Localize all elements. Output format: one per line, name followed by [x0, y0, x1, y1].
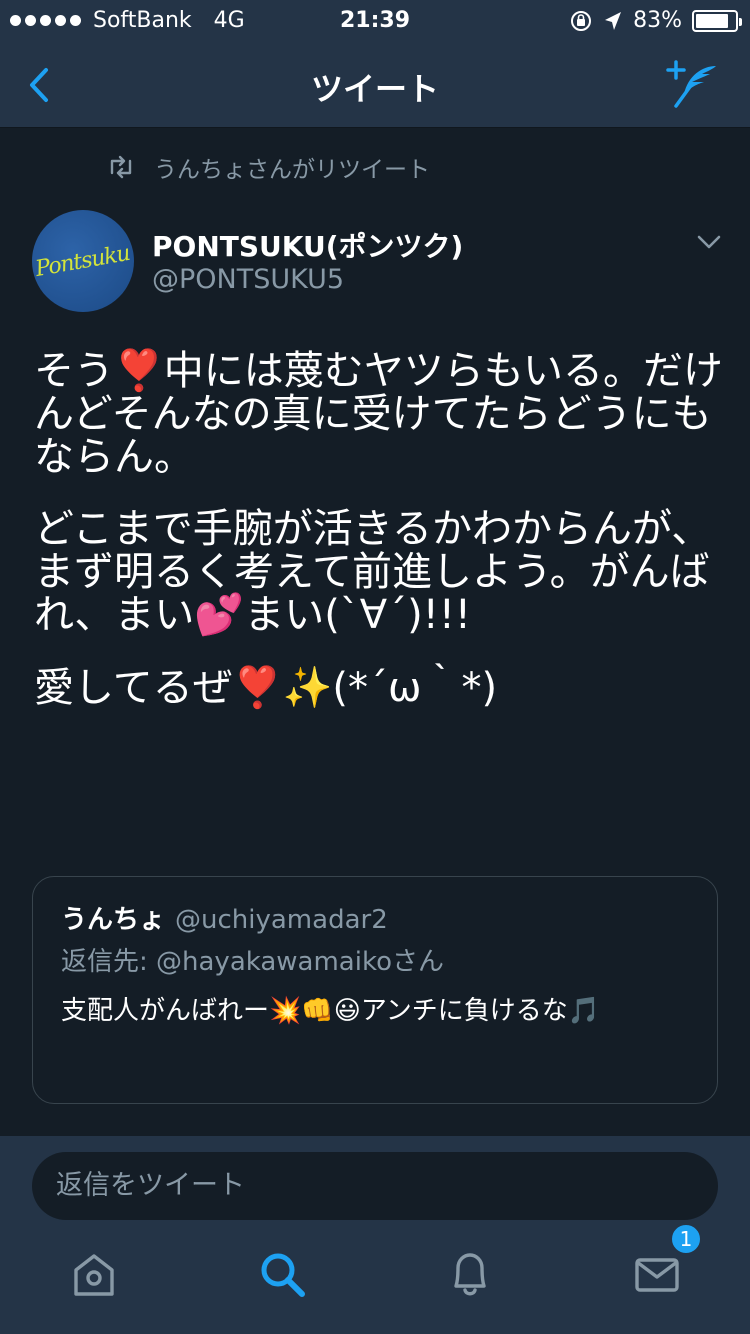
retweet-context-label: うんちょさんがリツイート [154, 157, 430, 183]
status-bar: SoftBank 4G 21:39 83% [0, 0, 750, 42]
retweet-context[interactable]: うんちょさんがリツイート [106, 150, 430, 184]
notifications-icon[interactable] [440, 1244, 500, 1304]
location-icon [605, 11, 622, 30]
avatar[interactable]: Pontsuku [32, 210, 134, 312]
quoted-author-handle: @uchiyamadar2 [175, 905, 388, 935]
tweet-text: そう❣️中には蔑むヤツらもいる。だけんどそんなの真に受けてたらどうにもならん。 … [34, 350, 724, 740]
quoted-tweet-header: うんちょ @uchiyamadar2 [61, 899, 388, 936]
nav-bar: ツイート [0, 42, 750, 128]
compose-tweet-icon[interactable] [664, 58, 720, 110]
messages-badge: 1 [669, 1222, 703, 1256]
bottom-panel: 返信をツイート 1 [0, 1136, 750, 1334]
avatar-logo-text: Pontsuku [33, 240, 133, 282]
page-title: ツイート [310, 70, 439, 108]
author-handle[interactable]: @PONTSUKU5 [152, 264, 344, 295]
quoted-tweet[interactable]: うんちょ @uchiyamadar2 返信先: @hayakawamaikoさん … [32, 876, 718, 1104]
quoted-reply-to: 返信先: @hayakawamaikoさん [61, 947, 445, 977]
quoted-author-name: うんちょ [61, 905, 166, 935]
tweet-paragraph: どこまで手腕が活きるかわからんが、まず明るく考えて前進しよう。がんばれ、まい💕ま… [34, 506, 712, 638]
battery-percent: 83% [633, 8, 682, 33]
quoted-tweet-text: 支配人がんばれー💥👊😃アンチに負けるな🎵 [61, 996, 601, 1026]
home-icon[interactable] [64, 1244, 124, 1304]
battery-icon [692, 9, 742, 32]
tweet-paragraph: そう❣️中には蔑むヤツらもいる。だけんどそんなの真に受けてたらどうにもならん。 [34, 348, 724, 480]
author-display-name[interactable]: PONTSUKU(ポンツク) [152, 225, 463, 265]
retweet-icon [110, 155, 132, 179]
tweet-paragraph: 愛してるぜ❣️✨(*´ω｀*) [34, 664, 498, 711]
reply-input[interactable]: 返信をツイート [32, 1152, 718, 1220]
rotation-lock-icon [571, 10, 592, 31]
status-right: 83% [569, 8, 742, 33]
battery-fill [696, 13, 728, 28]
search-icon[interactable] [252, 1244, 312, 1304]
messages-tab[interactable]: 1 [627, 1222, 703, 1304]
chevron-down-icon[interactable] [696, 232, 722, 252]
